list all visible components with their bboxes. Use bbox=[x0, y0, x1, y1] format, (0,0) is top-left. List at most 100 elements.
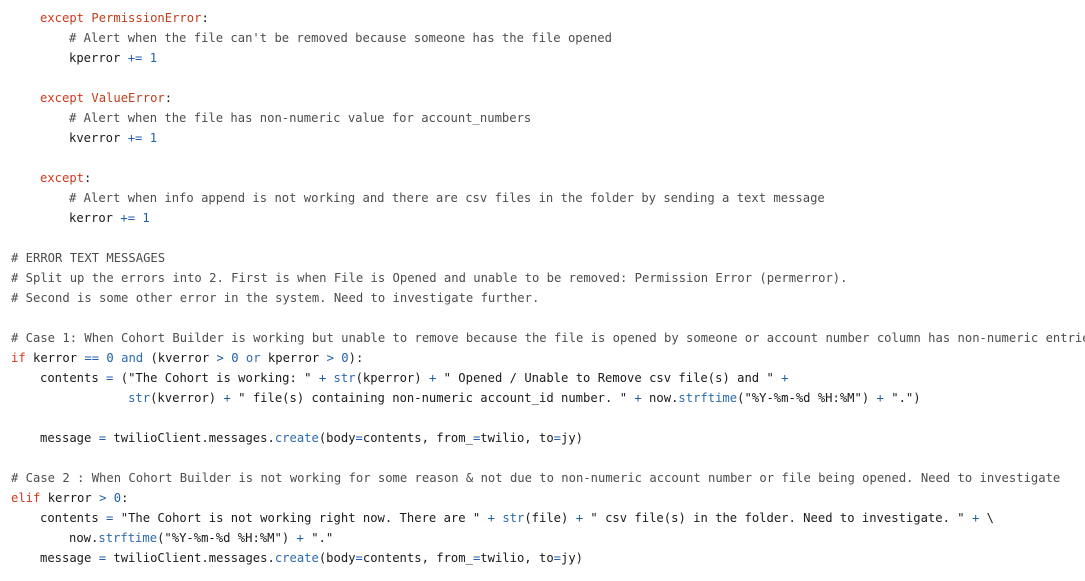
code-line: # ERROR TEXT MESSAGES bbox=[0, 248, 1085, 268]
code-token: except bbox=[40, 91, 85, 105]
code-token: + bbox=[876, 391, 884, 405]
code-token: 1 bbox=[149, 131, 158, 145]
code-line: message = twilioClient.messages.create(b… bbox=[0, 428, 1085, 448]
code-line: now.strftime("%Y-%m-%d %H:%M") + "." bbox=[0, 528, 1085, 548]
code-token: # ERROR TEXT MESSAGES bbox=[11, 251, 166, 265]
code-token: contents bbox=[40, 511, 107, 525]
code-token: + bbox=[781, 371, 789, 385]
code-line: # Case 2 : When Cohort Builder is not wo… bbox=[0, 468, 1085, 488]
code-token: 0 bbox=[341, 351, 349, 365]
code-token: 1 bbox=[142, 211, 150, 225]
code-token: create bbox=[274, 551, 319, 565]
code-token: jy) bbox=[561, 431, 584, 445]
code-token: = bbox=[553, 431, 561, 445]
code-line: # Alert when info append is not working … bbox=[0, 188, 1085, 208]
code-line: message = twilioClient.messages.create(b… bbox=[0, 548, 1085, 568]
code-token: str bbox=[333, 371, 356, 385]
code-token: twilioClient.messages. bbox=[106, 431, 275, 445]
code-token: "." bbox=[311, 531, 334, 545]
code-token: (body bbox=[318, 551, 356, 565]
code-token: (file) bbox=[524, 511, 576, 525]
code-token: message bbox=[40, 551, 99, 565]
code-line: str(kverror) + " file(s) containing non-… bbox=[0, 388, 1085, 408]
code-token: create bbox=[274, 431, 319, 445]
code-line: kperror += 1 bbox=[0, 48, 1085, 68]
code-token: if bbox=[11, 351, 26, 365]
code-token: ) bbox=[861, 391, 877, 405]
code-token: (body bbox=[318, 431, 356, 445]
code-token: "." bbox=[891, 391, 914, 405]
code-line: except PermissionError: bbox=[0, 8, 1085, 28]
code-token: and bbox=[121, 351, 144, 365]
code-token: > bbox=[216, 351, 224, 365]
code-token: + bbox=[634, 391, 642, 405]
code-token: # Second is some other error in the syst… bbox=[11, 291, 540, 305]
code-token: "%Y-%m-%d %H:%M" bbox=[744, 391, 862, 405]
code-token: + bbox=[575, 511, 584, 525]
code-line: # Alert when the file has non-numeric va… bbox=[0, 108, 1085, 128]
code-token: == bbox=[84, 351, 100, 365]
code-token: PermissionError bbox=[91, 11, 202, 25]
code-token: \ bbox=[979, 511, 994, 525]
code-line: # Case 1: When Cohort Builder is working… bbox=[0, 328, 1085, 348]
code-token: strftime bbox=[678, 391, 738, 405]
code-token: # Split up the errors into 2. First is w… bbox=[11, 271, 848, 285]
code-token: "The Cohort is not working right now. Th… bbox=[120, 511, 481, 525]
code-token: kerror bbox=[40, 491, 100, 505]
code-token: " csv file(s) in the folder. Need to inv… bbox=[590, 511, 965, 525]
code-token: = bbox=[98, 551, 107, 565]
code-line: except ValueError: bbox=[0, 88, 1085, 108]
code-token: # Alert when info append is not working … bbox=[69, 191, 825, 205]
code-line: elif kerror > 0: bbox=[0, 488, 1085, 508]
code-token: 0 bbox=[231, 351, 239, 365]
code-token: str bbox=[128, 391, 151, 405]
code-line: if kerror == 0 and (kverror > 0 or kperr… bbox=[0, 348, 1085, 368]
code-line: kverror += 1 bbox=[0, 128, 1085, 148]
code-token: # Case 1: When Cohort Builder is working… bbox=[11, 331, 1085, 345]
code-line: # Alert when the file can't be removed b… bbox=[0, 28, 1085, 48]
code-token: += bbox=[127, 51, 143, 65]
code-line: # Second is some other error in the syst… bbox=[0, 288, 1085, 308]
code-token: contents, from_ bbox=[362, 431, 473, 445]
code-token: 0 bbox=[106, 351, 114, 365]
code-token: 0 bbox=[113, 491, 122, 505]
code-token: # Alert when the file has non-numeric va… bbox=[69, 111, 532, 125]
code-token: now. bbox=[641, 391, 679, 405]
code-token: + bbox=[223, 391, 231, 405]
code-token: 1 bbox=[149, 51, 158, 65]
code-token: : bbox=[201, 11, 209, 25]
code-token: # Case 2 : When Cohort Builder is not wo… bbox=[11, 471, 1061, 485]
code-token: (kperror) bbox=[355, 371, 429, 385]
code-token: strftime bbox=[98, 531, 158, 545]
code-token: ) bbox=[281, 531, 297, 545]
code-token: (kverror bbox=[143, 351, 217, 365]
code-token: elif bbox=[11, 491, 41, 505]
code-token: = bbox=[355, 431, 363, 445]
code-token: kverror bbox=[69, 131, 128, 145]
code-token: = bbox=[553, 551, 561, 565]
code-token: kperror bbox=[260, 351, 327, 365]
code-token: message bbox=[40, 431, 99, 445]
code-token: ValueError bbox=[91, 91, 165, 105]
code-token: ( bbox=[113, 371, 129, 385]
code-token: " Opened / Unable to Remove csv file(s) … bbox=[443, 371, 774, 385]
code-token: : bbox=[164, 91, 173, 105]
code-token: = bbox=[355, 551, 363, 565]
code-line: contents = "The Cohort is not working ri… bbox=[0, 508, 1085, 528]
code-token: or bbox=[245, 351, 261, 365]
code-token: ): bbox=[348, 351, 364, 365]
